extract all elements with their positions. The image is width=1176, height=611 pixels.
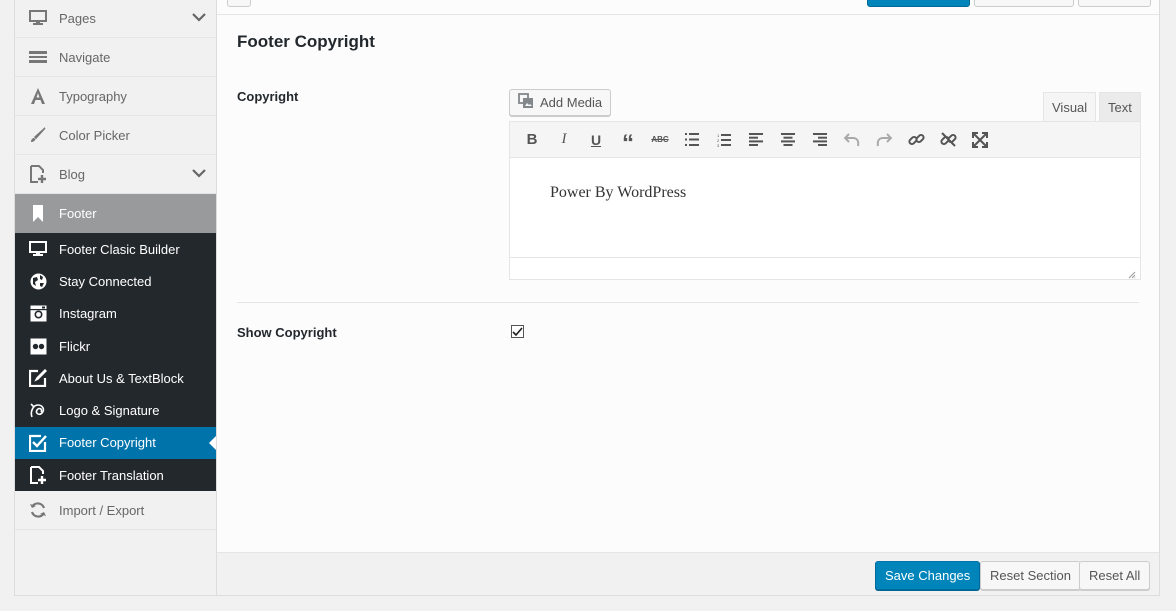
editor-content[interactable]: Power By WordPress xyxy=(510,158,1140,258)
top-action-bar xyxy=(217,0,1159,15)
editor-box: B I U “ ABC 123 Power By WordPress xyxy=(509,121,1141,280)
svg-text:3: 3 xyxy=(717,143,720,147)
unlink-icon[interactable] xyxy=(932,126,964,154)
add-media-button[interactable]: Add Media xyxy=(509,89,612,116)
submenu-item-about-us[interactable]: About Us & TextBlock xyxy=(15,362,216,394)
sidebar-item-footer[interactable]: Footer xyxy=(15,194,216,233)
footer-action-bar: Save Changes Reset Section Reset All xyxy=(217,552,1159,595)
sidebar-item-label: Import / Export xyxy=(59,502,145,518)
tab-text[interactable]: Text xyxy=(1099,92,1141,121)
checkbox-icon xyxy=(29,434,47,452)
sidebar-item-navigate[interactable]: Navigate xyxy=(15,38,216,77)
sidebar: Pages Navigate Typography Color Picker B… xyxy=(15,0,217,595)
submenu-item-footer-clasic-builder[interactable]: Footer Clasic Builder xyxy=(15,233,216,265)
signature-icon xyxy=(29,402,47,420)
redo-icon[interactable] xyxy=(868,126,900,154)
doc-plus-icon xyxy=(29,466,47,485)
media-icon xyxy=(518,93,534,112)
submenu-item-label: Instagram xyxy=(59,306,117,322)
sidebar-item-blog[interactable]: Blog xyxy=(15,155,216,194)
sidebar-item-color-picker[interactable]: Color Picker xyxy=(15,116,216,155)
numbered-list-icon[interactable]: 123 xyxy=(708,126,740,154)
sidebar-item-label: Footer xyxy=(59,206,97,221)
submenu-item-flickr[interactable]: Flickr xyxy=(15,330,216,362)
top-reset-section-button[interactable] xyxy=(974,0,1074,7)
undo-icon[interactable] xyxy=(836,126,868,154)
navigate-icon xyxy=(29,48,47,66)
top-save-button[interactable] xyxy=(867,0,970,7)
sidebar-item-typography[interactable]: Typography xyxy=(15,77,216,116)
submenu-item-label: Flickr xyxy=(59,338,91,354)
submenu-item-footer-copyright[interactable]: Footer Copyright xyxy=(15,426,216,460)
sidebar-item-label: Pages xyxy=(59,10,96,26)
show-copyright-checkbox[interactable] xyxy=(511,325,524,338)
save-changes-button[interactable]: Save Changes xyxy=(875,561,981,590)
sidebar-item-pages[interactable]: Pages xyxy=(15,0,216,38)
sidebar-item-import-export[interactable]: Import / Export xyxy=(15,491,216,531)
chevron-down-icon[interactable] xyxy=(192,10,206,25)
main-content: Footer Copyright Copyright Add Media Vis… xyxy=(217,0,1159,552)
link-icon[interactable] xyxy=(900,126,932,154)
submenu-item-logo-signature[interactable]: Logo & Signature xyxy=(15,394,216,426)
field-divider xyxy=(237,302,1139,303)
show-copyright-label: Show Copyright xyxy=(237,325,337,340)
edit-icon xyxy=(29,369,47,388)
options-panel: Pages Navigate Typography Color Picker B… xyxy=(14,0,1160,596)
bold-icon[interactable]: B xyxy=(516,126,548,154)
fullscreen-icon[interactable] xyxy=(964,126,996,154)
typography-icon xyxy=(29,87,47,105)
submenu-item-label: Stay Connected xyxy=(59,273,152,289)
monitor-icon xyxy=(29,240,47,258)
brush-icon xyxy=(29,126,47,144)
submenu-item-footer-translation[interactable]: Footer Translation xyxy=(15,459,216,491)
reset-section-button[interactable]: Reset Section xyxy=(980,561,1081,590)
italic-icon[interactable]: I xyxy=(548,126,580,154)
instagram-icon xyxy=(29,305,47,323)
submenu-item-label: Logo & Signature xyxy=(59,403,160,419)
submenu-item-instagram[interactable]: Instagram xyxy=(15,298,216,330)
submenu-item-stay-connected[interactable]: Stay Connected xyxy=(15,265,216,297)
chevron-down-icon[interactable] xyxy=(192,166,206,181)
submenu-item-label: Footer Translation xyxy=(59,467,164,483)
sidebar-item-label: Navigate xyxy=(59,49,111,65)
bookmark-icon xyxy=(29,205,47,223)
copyright-label: Copyright xyxy=(237,89,299,104)
submenu-item-label: About Us & TextBlock xyxy=(59,370,184,386)
submenu-item-label: Footer Clasic Builder xyxy=(59,241,180,257)
top-toggle-button[interactable] xyxy=(227,0,251,7)
add-media-label: Add Media xyxy=(540,95,603,110)
globe-icon xyxy=(29,272,47,290)
monitor-icon xyxy=(29,9,47,27)
align-center-icon[interactable] xyxy=(772,126,804,154)
bullet-list-icon[interactable] xyxy=(676,126,708,154)
editor-toolbar: B I U “ ABC 123 xyxy=(510,122,1140,158)
doc-plus-icon xyxy=(29,165,47,183)
sidebar-item-label: Blog xyxy=(59,166,86,182)
refresh-icon xyxy=(29,501,47,519)
tab-visual[interactable]: Visual xyxy=(1043,92,1097,121)
reset-all-button[interactable]: Reset All xyxy=(1079,561,1151,590)
align-left-icon[interactable] xyxy=(740,126,772,154)
page-title: Footer Copyright xyxy=(237,32,375,51)
blockquote-icon[interactable]: “ xyxy=(612,126,644,155)
align-right-icon[interactable] xyxy=(804,126,836,154)
resize-handle-icon[interactable] xyxy=(1128,267,1136,279)
strikethrough-icon[interactable]: ABC xyxy=(644,126,676,154)
flickr-icon xyxy=(29,337,47,355)
underline-icon[interactable]: U xyxy=(580,126,612,154)
sidebar-item-label: Typography xyxy=(59,88,127,104)
submenu-item-label: Footer Copyright xyxy=(59,435,156,451)
editor-statusbar xyxy=(510,257,1140,279)
footer-submenu: Footer Clasic Builder Stay Connected Ins… xyxy=(15,233,216,492)
top-reset-all-button[interactable] xyxy=(1078,0,1151,7)
sidebar-item-label: Color Picker xyxy=(59,127,130,143)
